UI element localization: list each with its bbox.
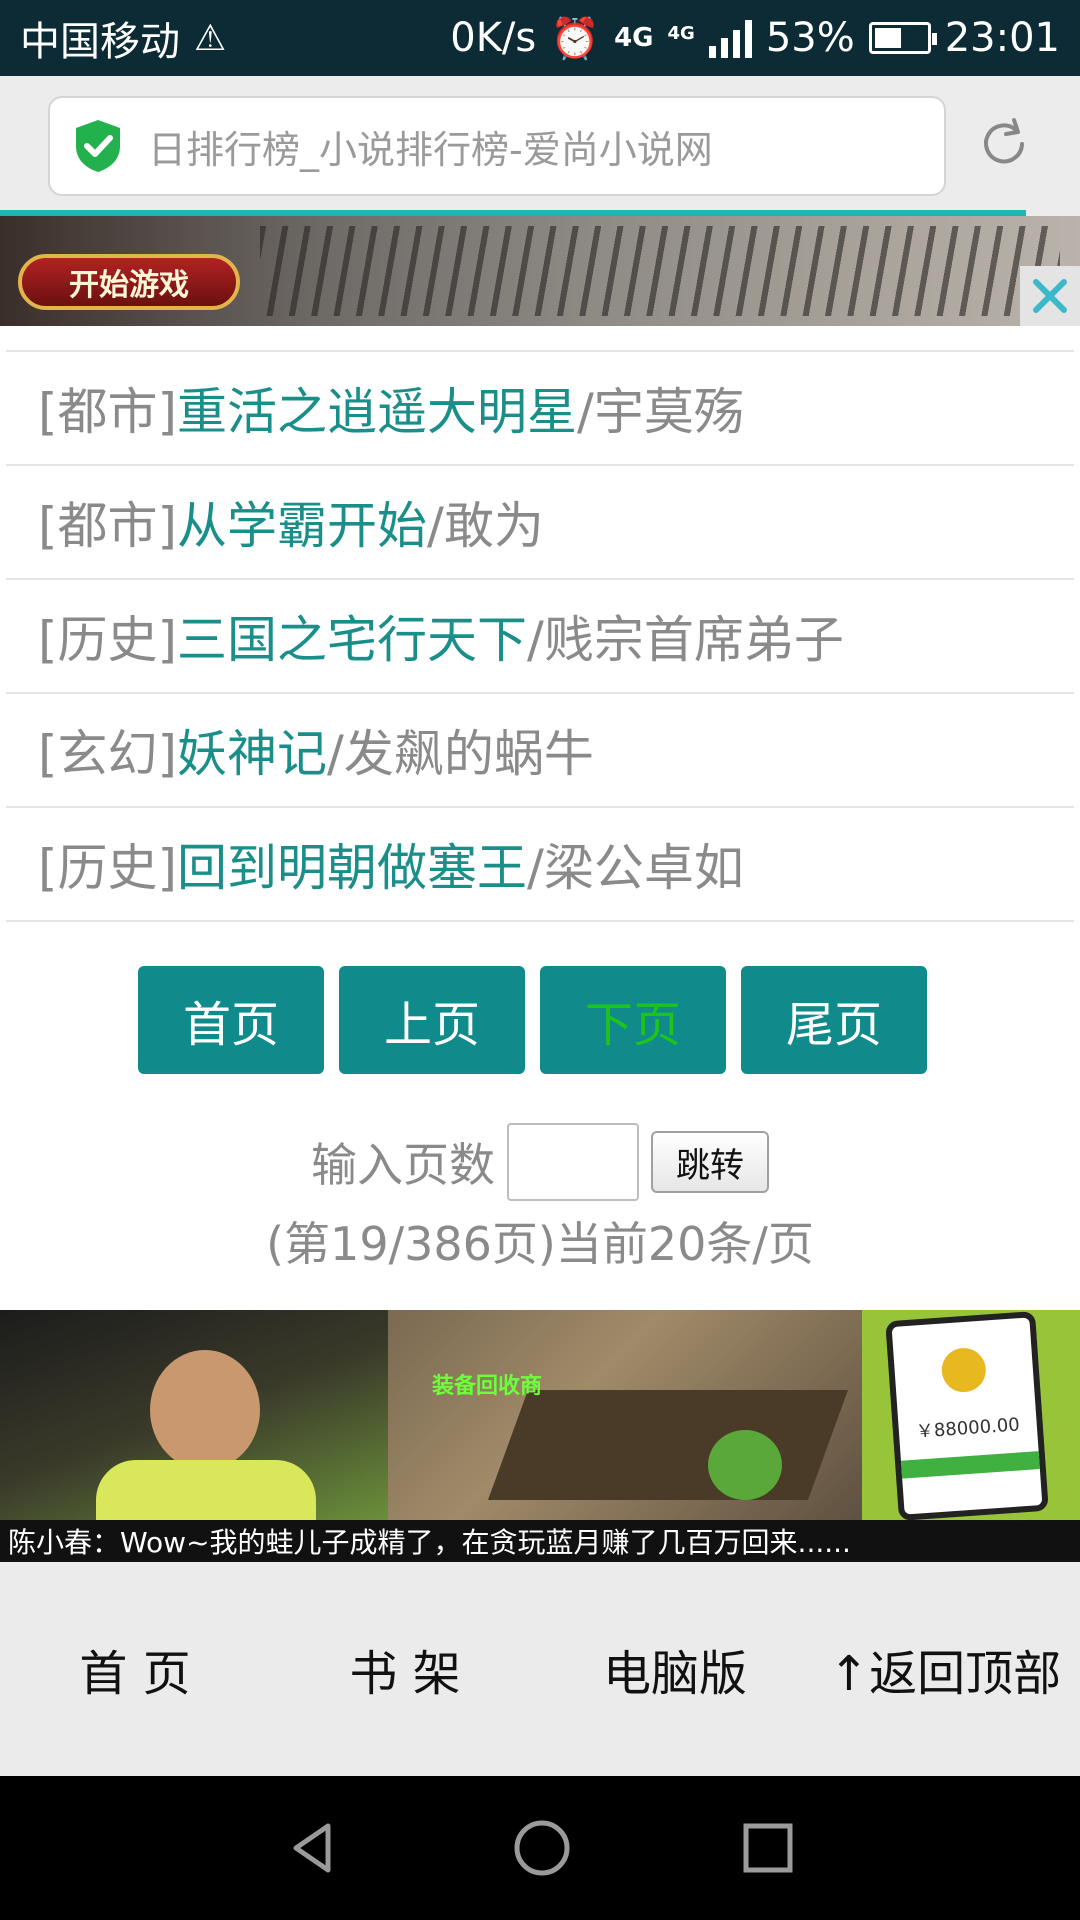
carrier-name: 中国移动: [20, 19, 180, 65]
ad-caption: 陈小春：Wow~我的蛙儿子成精了，在贪玩蓝月赚了几百万回来......: [0, 1520, 1080, 1562]
genre-label: [历史]: [38, 611, 178, 669]
green-strip: [900, 1451, 1040, 1479]
genre-label: [都市]: [38, 497, 178, 555]
frog-icon: [708, 1430, 782, 1500]
ad-phone-image: ￥88000.00: [862, 1310, 1080, 1521]
ranking-list: [都市] 重活之逍遥大明星/宇莫殇 [都市] 从学霸开始/敢为 [历史] 三国之宅行天…: [6, 350, 1074, 922]
refresh-icon[interactable]: [974, 114, 1034, 174]
ad-artwork: [260, 226, 1060, 316]
footer-nav: 首 页 书 架 电脑版 ↑返回顶部: [0, 1562, 1080, 1776]
author-name: /宇莫殇: [577, 383, 744, 441]
page-number-label: 输入页数: [311, 1138, 495, 1192]
ad-game-scene: 装备回收商: [388, 1310, 868, 1520]
author-name: /贱宗首席弟子: [527, 611, 844, 669]
footer-desktop-link[interactable]: 电脑版: [540, 1634, 810, 1704]
genre-label: [历史]: [38, 839, 178, 897]
equipment-recycler-label: 装备回收商: [432, 1374, 543, 1399]
list-item: [历史] 回到明朝做塞王/梁公卓如: [6, 808, 1074, 922]
first-page-button[interactable]: 首页: [138, 966, 324, 1074]
list-item: [都市] 从学霸开始/敢为: [6, 466, 1074, 580]
ad-close-button[interactable]: [1020, 266, 1080, 326]
footer-bookshelf-link[interactable]: 书 架: [270, 1634, 540, 1704]
footer-back-to-top-link[interactable]: ↑返回顶部: [810, 1634, 1080, 1704]
list-item: [都市] 重活之逍遥大明星/宇莫殇: [6, 352, 1074, 466]
page-jump-row: 输入页数 跳转: [0, 1120, 1080, 1204]
status-right: 0K/s ⏰ 4G 4G 53% 23:01: [450, 15, 1060, 62]
book-title-link[interactable]: 回到明朝做塞王: [177, 828, 527, 900]
next-page-button[interactable]: 下页: [540, 966, 726, 1074]
system-nav-bar: [0, 1776, 1080, 1920]
list-item: [玄幻] 妖神记/发飙的蜗牛: [6, 694, 1074, 808]
jump-button[interactable]: 跳转: [651, 1131, 769, 1193]
page-title-text: 日排行榜_小说排行榜-爱尚小说网: [148, 127, 713, 172]
book-title-link[interactable]: 三国之宅行天下: [177, 600, 527, 672]
signal-icon: [708, 18, 752, 58]
status-left: 中国移动 ⚠: [20, 9, 226, 67]
back-icon[interactable]: [286, 1820, 342, 1876]
last-page-button[interactable]: 尾页: [741, 966, 927, 1074]
amount-text: ￥88000.00: [915, 1414, 1021, 1443]
ad-celebrity-image: [0, 1310, 388, 1540]
battery-percent: 53%: [765, 15, 855, 61]
author-name: /梁公卓如: [527, 839, 744, 897]
genre-label: [都市]: [38, 383, 178, 441]
prev-page-button[interactable]: 上页: [339, 966, 525, 1074]
bottom-ad-banner[interactable]: 装备回收商 ￥88000.00 陈小春：Wow~我的蛙儿子成精了，在贪玩蓝月赚了…: [0, 1310, 1080, 1562]
coin-icon: [940, 1346, 988, 1394]
author-name: /发飙的蜗牛: [327, 725, 594, 783]
network-type-1: 4G: [614, 23, 654, 53]
security-shield-icon: [76, 120, 120, 172]
close-icon: [1033, 279, 1067, 313]
book-title-link[interactable]: 从学霸开始: [177, 486, 427, 558]
clock: 23:01: [944, 15, 1060, 61]
phone-screen: ￥88000.00: [885, 1311, 1049, 1521]
recents-icon[interactable]: [742, 1822, 794, 1874]
game-table: [487, 1390, 849, 1500]
net-speed: 0K/s: [450, 15, 537, 61]
book-title-link[interactable]: 妖神记: [177, 714, 327, 786]
url-field[interactable]: 日排行榜_小说排行榜-爱尚小说网: [48, 96, 946, 196]
page-info: (第19/386页)当前20条/页: [266, 1217, 814, 1271]
genre-label: [玄幻]: [38, 725, 178, 783]
footer-home-link[interactable]: 首 页: [0, 1634, 270, 1704]
network-type-2: 4G: [667, 22, 695, 44]
home-icon[interactable]: [512, 1818, 572, 1878]
warning-icon: ⚠: [194, 17, 227, 59]
person-head: [150, 1350, 260, 1470]
book-title-link[interactable]: 重活之逍遥大明星: [177, 372, 577, 444]
top-ad-banner[interactable]: 开始游戏: [0, 216, 1080, 326]
start-game-button[interactable]: 开始游戏: [18, 254, 240, 310]
browser-address-bar: 日排行榜_小说排行榜-爱尚小说网: [0, 76, 1080, 216]
battery-icon: [868, 22, 937, 54]
list-item: [历史] 三国之宅行天下/贱宗首席弟子: [6, 580, 1074, 694]
page-number-input[interactable]: [507, 1123, 639, 1201]
alarm-icon: ⏰: [550, 15, 601, 62]
status-bar: 中国移动 ⚠ 0K/s ⏰ 4G 4G 53% 23:01: [0, 0, 1080, 76]
pagination: 首页 上页 下页 尾页: [138, 966, 928, 1074]
author-name: /敢为: [427, 497, 544, 555]
